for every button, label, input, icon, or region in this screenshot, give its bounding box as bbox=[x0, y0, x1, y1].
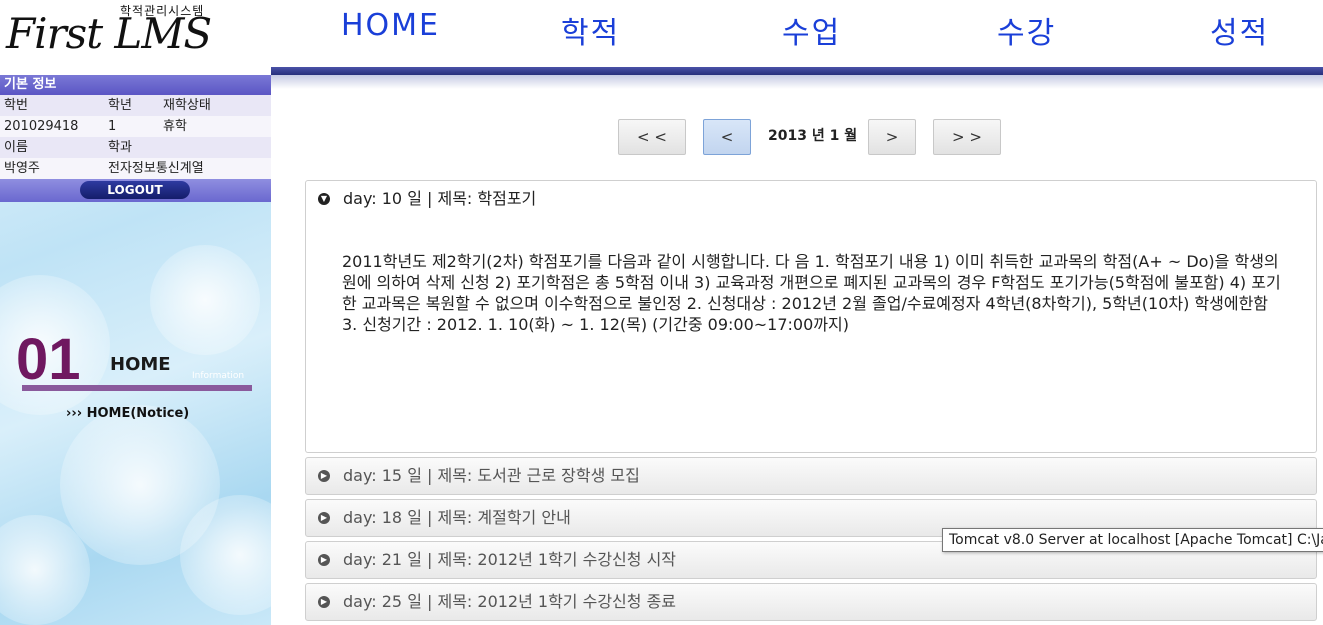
info-header-row: 이름 학과 bbox=[0, 137, 271, 158]
value-student-id: 201029418 bbox=[4, 119, 79, 134]
notice-item[interactable]: ▶ day: 15 일 | 제목: 도서관 근로 장학생 모집 bbox=[305, 457, 1317, 495]
info-value-row: 박영주 전자정보통신계열 bbox=[0, 158, 271, 179]
nav-home[interactable]: HOME bbox=[341, 8, 440, 43]
collapsed-icon: ▶ bbox=[318, 596, 330, 608]
collapsed-icon: ▶ bbox=[318, 554, 330, 566]
collapsed-icon: ▶ bbox=[318, 512, 330, 524]
section-number: 01 bbox=[16, 327, 81, 392]
notice-title: day: 15 일 | 제목: 도서관 근로 장학생 모집 bbox=[343, 466, 640, 485]
label-status: 재학상태 bbox=[163, 98, 211, 113]
notice-item[interactable]: ▶ day: 25 일 | 제목: 2012년 1학기 수강신청 종료 bbox=[305, 583, 1317, 621]
expanded-icon: ▼ bbox=[318, 193, 330, 205]
sidebar: 기본 정보 학번 학년 재학상태 201029418 1 휴학 이름 학과 박영… bbox=[0, 75, 271, 625]
value-year: 1 bbox=[108, 119, 117, 134]
notice-title: day: 18 일 | 제목: 계절학기 안내 bbox=[343, 508, 571, 527]
nav-academic-records[interactable]: 학적 bbox=[561, 8, 620, 52]
info-value-row: 201029418 1 휴학 bbox=[0, 116, 271, 137]
label-name: 이름 bbox=[4, 140, 28, 155]
label-department: 학과 bbox=[108, 140, 132, 155]
decor-bubble bbox=[150, 245, 260, 355]
next-month-button[interactable]: > bbox=[868, 119, 916, 155]
logout-button[interactable]: LOGOUT bbox=[80, 181, 190, 199]
notice-content: 2011학년도 제2학기(2차) 학점포기를 다음과 같이 시행합니다. 다 음… bbox=[342, 252, 1281, 334]
current-period: 2013 년 1 월 bbox=[768, 128, 858, 144]
info-header-row: 학번 학년 재학상태 bbox=[0, 95, 271, 116]
logo[interactable]: First LMS 학적관리시스템 bbox=[0, 0, 271, 75]
server-tooltip: Tomcat v8.0 Server at localhost [Apache … bbox=[942, 528, 1323, 552]
logout-row: LOGOUT bbox=[0, 179, 271, 202]
notice-item[interactable]: ▼ day: 10 일 | 제목: 학점포기 bbox=[305, 180, 1317, 218]
notice-title: day: 21 일 | 제목: 2012년 1학기 수강신청 시작 bbox=[343, 550, 677, 569]
info-title: 기본 정보 bbox=[0, 75, 271, 95]
prev-month-button[interactable]: < bbox=[703, 119, 751, 155]
value-status: 휴학 bbox=[163, 119, 187, 134]
sidebar-link-home-notice[interactable]: ››› HOME(Notice) bbox=[66, 406, 189, 421]
label-year: 학년 bbox=[108, 98, 132, 113]
basic-info-panel: 기본 정보 학번 학년 재학상태 201029418 1 휴학 이름 학과 박영… bbox=[0, 75, 271, 202]
last-page-button[interactable]: > > bbox=[933, 119, 1001, 155]
nav-registration[interactable]: 수강 bbox=[997, 8, 1056, 52]
value-department: 전자정보통신계열 bbox=[108, 161, 204, 176]
nav-bar-shadow bbox=[271, 75, 1323, 89]
nav-classes[interactable]: 수업 bbox=[782, 8, 841, 52]
value-name: 박영주 bbox=[4, 161, 40, 176]
collapsed-icon: ▶ bbox=[318, 470, 330, 482]
label-student-id: 학번 bbox=[4, 98, 28, 113]
section-title: HOME bbox=[110, 354, 171, 375]
section-watermark: Information bbox=[192, 371, 245, 381]
logo-subtitle: 학적관리시스템 bbox=[120, 4, 205, 18]
notice-title: day: 25 일 | 제목: 2012년 1학기 수강신청 종료 bbox=[343, 592, 677, 611]
nav-grades[interactable]: 성적 bbox=[1210, 8, 1269, 52]
section-underline bbox=[22, 385, 252, 391]
top-navigation: HOME 학적 수업 수강 성적 bbox=[271, 0, 1323, 62]
nav-bar-divider bbox=[271, 67, 1323, 75]
first-page-button[interactable]: < < bbox=[618, 119, 686, 155]
notice-content-panel: 2011학년도 제2학기(2차) 학점포기를 다음과 같이 시행합니다. 다 음… bbox=[305, 217, 1317, 453]
notice-title: day: 10 일 | 제목: 학점포기 bbox=[343, 189, 537, 208]
